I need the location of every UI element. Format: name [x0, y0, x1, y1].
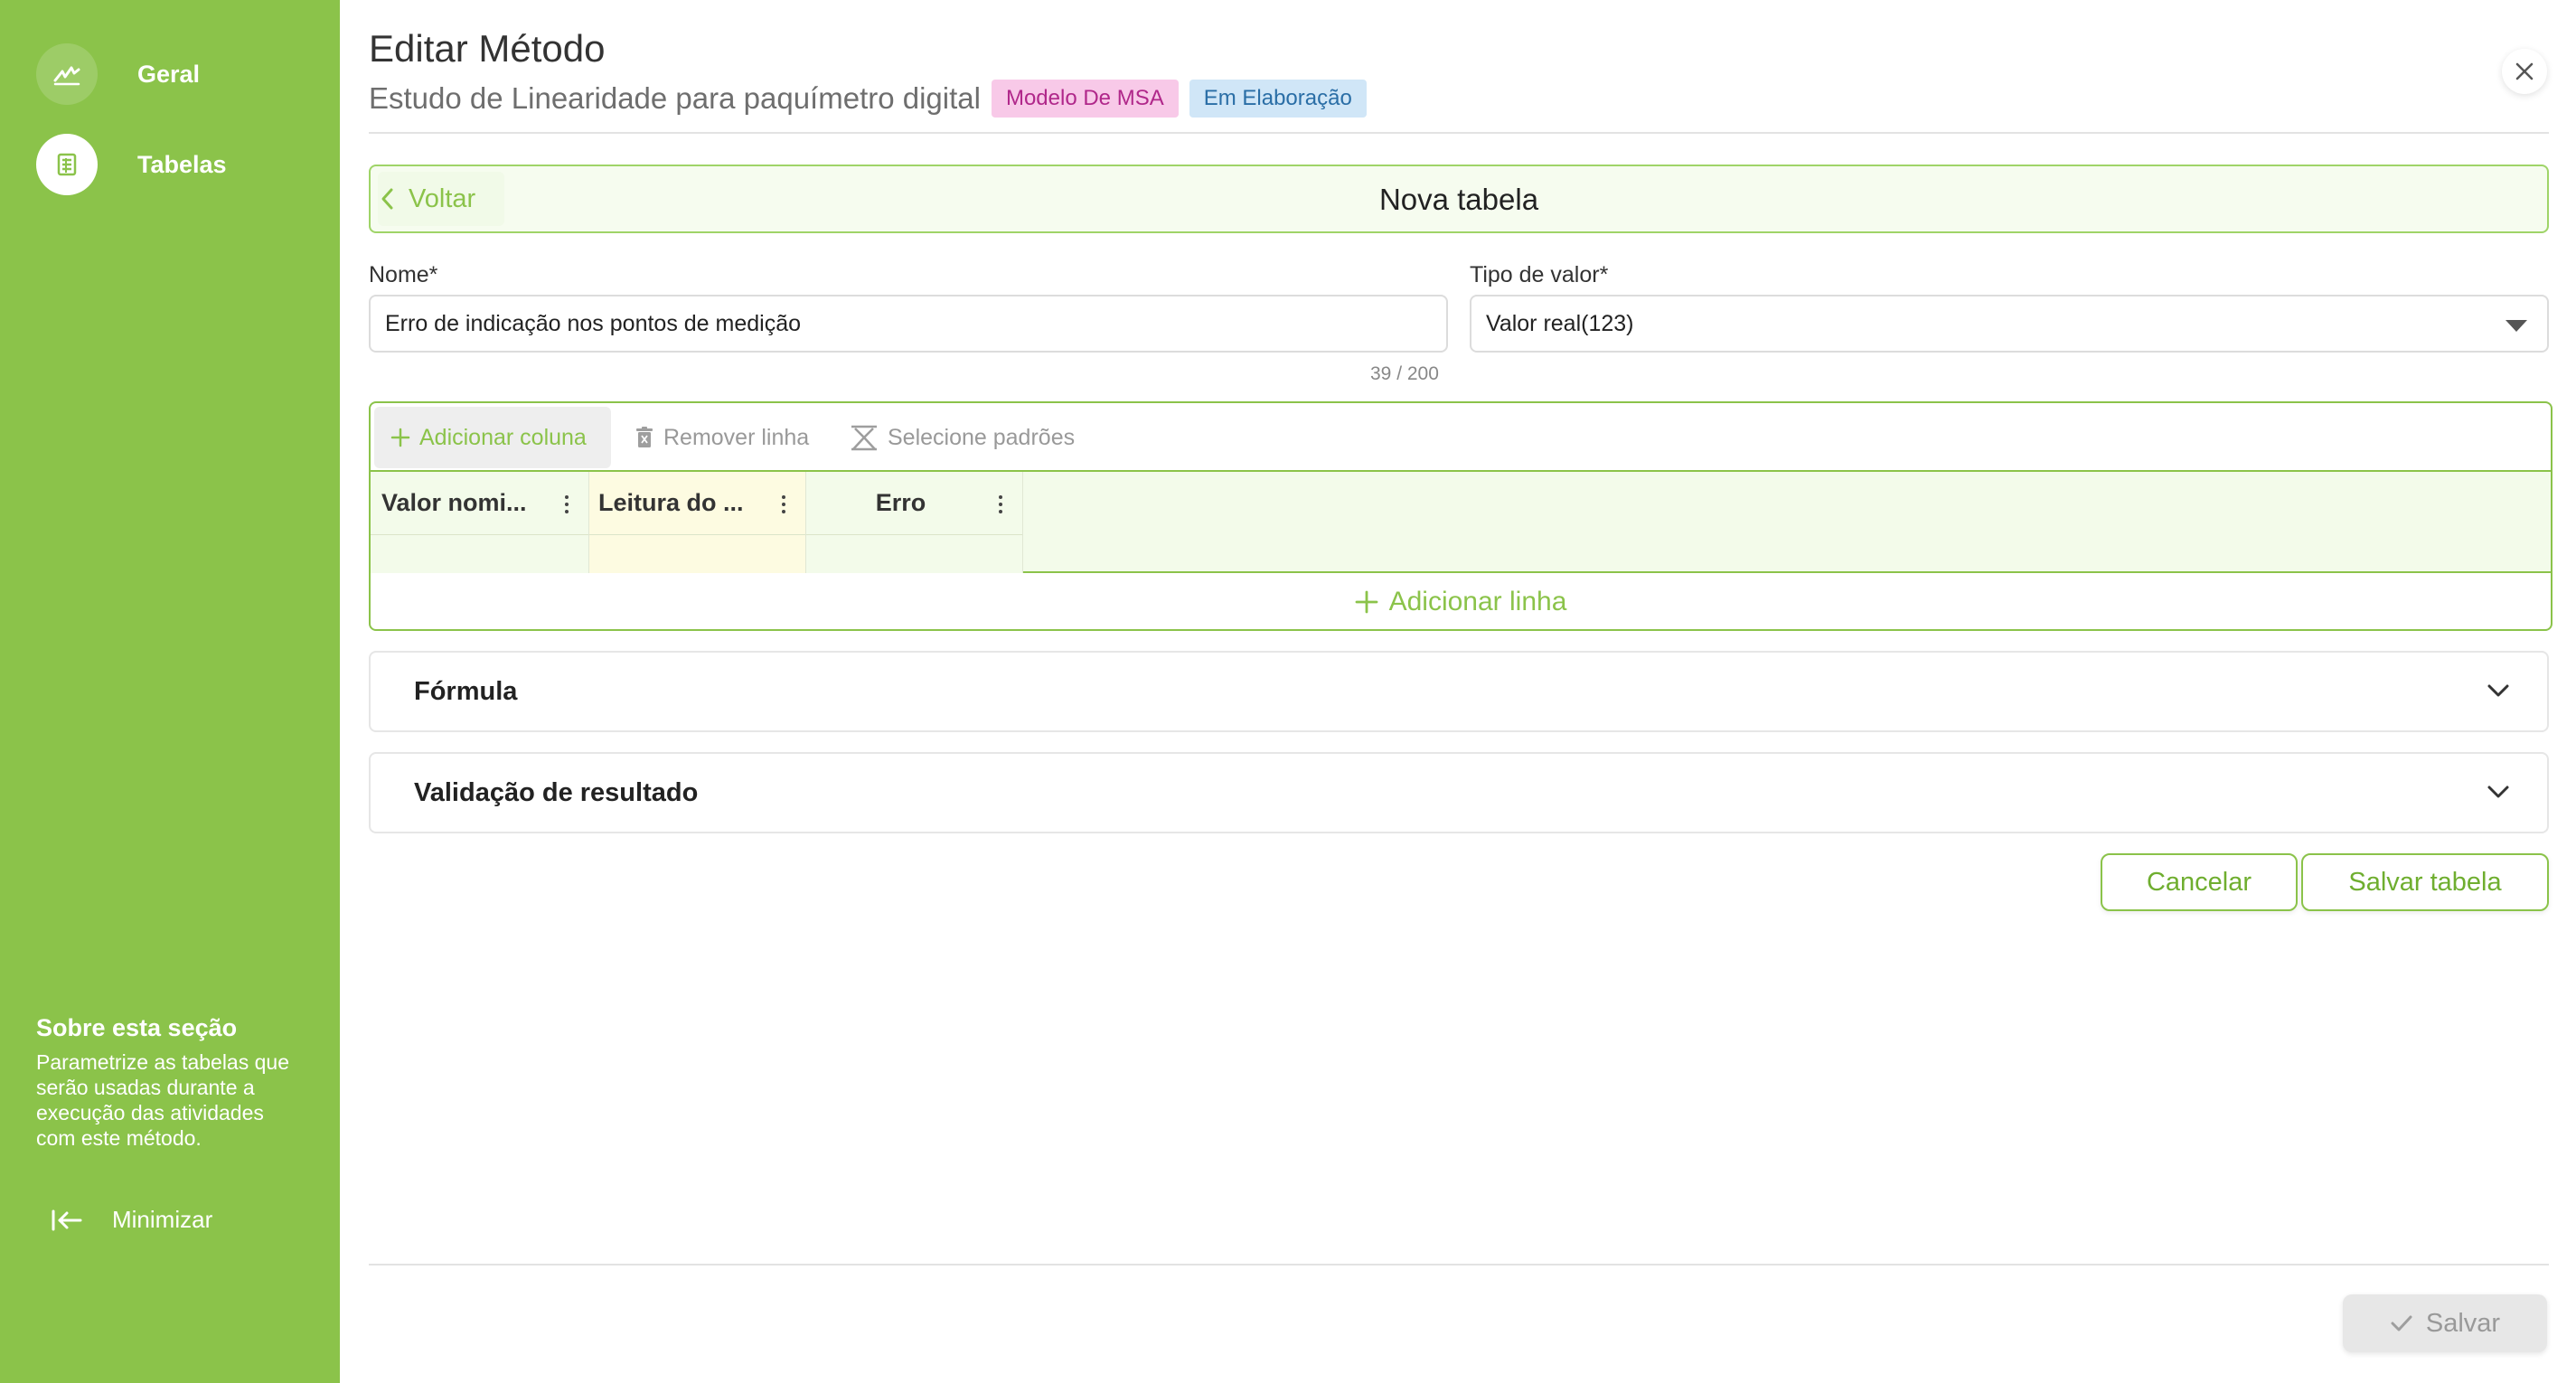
- about-title: Sobre esta seção: [36, 1014, 238, 1041]
- select-patterns-button[interactable]: Selecione padrões: [850, 407, 1075, 468]
- chevron-down-icon: [2487, 786, 2509, 798]
- save-label: Salvar: [2425, 1308, 2501, 1338]
- back-label: Voltar: [409, 183, 476, 213]
- value-type-selected: Valor real(123): [1486, 310, 1634, 336]
- save-table-button[interactable]: Salvar tabela: [2301, 853, 2549, 911]
- check-icon: [2391, 1315, 2412, 1331]
- save-button[interactable]: Salvar: [2343, 1294, 2547, 1352]
- remove-row-button[interactable]: Remover linha: [635, 407, 809, 468]
- accordion-title: Fórmula: [414, 676, 518, 706]
- signature-icon: [36, 43, 98, 105]
- footer-divider: [369, 1264, 2549, 1265]
- add-row-label: Adicionar linha: [1388, 587, 1567, 616]
- name-input[interactable]: Erro de indicação nos pontos de medição: [369, 295, 1448, 353]
- select-patterns-label: Selecione padrões: [888, 424, 1076, 450]
- cancel-button[interactable]: Cancelar: [2101, 853, 2298, 911]
- add-row-button[interactable]: Adicionar linha: [371, 575, 2551, 629]
- column-header: Valor nomi...: [371, 472, 588, 535]
- sidebar: Geral Tabelas Sobre esta seção Parametri…: [0, 0, 340, 1383]
- caret-down-icon: [2505, 320, 2527, 332]
- about-section: Sobre esta seção Parametrize as tabelas …: [36, 1014, 307, 1151]
- status-badge: Em Elaboração: [1189, 80, 1367, 118]
- page-title: Editar Método: [369, 27, 606, 70]
- more-vertical-icon[interactable]: [565, 495, 569, 513]
- about-text: Parametrize as tabelas que serão usadas …: [36, 1050, 289, 1150]
- table-grid: Valor nomi... Leitura do ... Erro: [371, 470, 2551, 573]
- chevron-down-icon: [2487, 684, 2509, 697]
- add-column-button[interactable]: Adicionar coluna: [374, 407, 611, 468]
- column-title: Erro: [875, 489, 926, 516]
- back-button[interactable]: Voltar: [378, 172, 504, 226]
- column-header: Leitura do ...: [589, 472, 805, 535]
- type-badge: Modelo De MSA: [991, 80, 1179, 118]
- remove-row-label: Remover linha: [663, 424, 810, 450]
- result-validation-accordion[interactable]: Validação de resultado: [369, 752, 2549, 833]
- plus-icon: [1355, 590, 1377, 614]
- patterns-icon: [851, 425, 877, 451]
- value-type-select[interactable]: Valor real(123): [1470, 295, 2549, 353]
- column-title: Leitura do ...: [598, 489, 744, 516]
- name-label: Nome*: [369, 262, 438, 287]
- minimize-button[interactable]: Minimizar: [51, 1206, 212, 1234]
- sidebar-item-tabelas[interactable]: Tabelas: [36, 134, 227, 195]
- close-button[interactable]: [2502, 49, 2547, 94]
- column-header: Erro: [806, 472, 1022, 535]
- add-column-label: Adicionar coluna: [419, 424, 587, 450]
- more-vertical-icon[interactable]: [999, 495, 1002, 513]
- chevron-left-icon: [381, 188, 393, 210]
- table-icon: [36, 134, 98, 195]
- page-subtitle: Estudo de Linearidade para paquímetro di…: [369, 81, 981, 115]
- table-column[interactable]: Leitura do ...: [589, 472, 806, 573]
- back-bar-title: Nova tabela: [1378, 183, 1539, 216]
- sidebar-item-geral[interactable]: Geral: [36, 43, 200, 105]
- plus-icon: [390, 428, 410, 447]
- close-icon: [2515, 62, 2534, 80]
- formula-accordion[interactable]: Fórmula: [369, 651, 2549, 732]
- name-char-counter: 39 / 200: [1370, 363, 1439, 384]
- table-column[interactable]: Valor nomi...: [371, 472, 589, 573]
- column-title: Valor nomi...: [381, 489, 527, 516]
- trash-icon: [636, 427, 653, 447]
- table-editor: Adicionar coluna Remover linha Selecione…: [369, 401, 2552, 631]
- subtitle-row: Estudo de Linearidade para paquímetro di…: [369, 80, 1367, 118]
- header-divider: [369, 132, 2549, 134]
- value-type-label: Tipo de valor*: [1470, 262, 1609, 287]
- table-column[interactable]: Erro: [806, 472, 1023, 573]
- sidebar-item-label: Tabelas: [137, 150, 227, 178]
- accordion-title: Validação de resultado: [414, 777, 699, 807]
- minimize-label: Minimizar: [112, 1206, 213, 1233]
- collapse-left-icon: [52, 1209, 82, 1230]
- back-bar: Nova tabela Voltar: [369, 165, 2549, 233]
- sidebar-item-label: Geral: [137, 60, 201, 88]
- more-vertical-icon[interactable]: [782, 495, 785, 513]
- name-input-value: Erro de indicação nos pontos de medição: [385, 310, 802, 336]
